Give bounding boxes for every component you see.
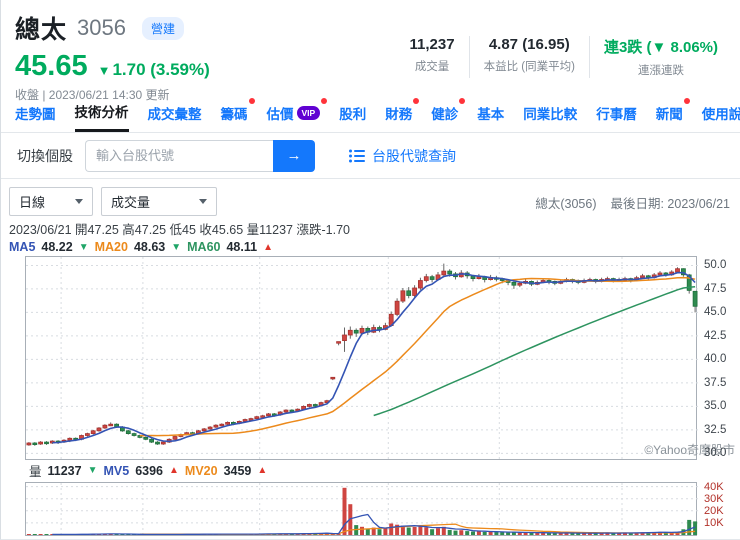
stat-block: 4.87 (16.95) 本益比 (同業平均) [468, 36, 589, 78]
tab-健診[interactable]: 健診 [431, 93, 466, 132]
down-arrow-icon: ▼ [171, 241, 182, 253]
tab-技術分析[interactable]: 技術分析 [74, 93, 129, 132]
up-arrow-icon: ▲ [257, 465, 268, 476]
legend-label: MA5 [9, 240, 36, 254]
volume-canvas [26, 483, 698, 535]
down-arrow-icon: ▼ [97, 63, 111, 78]
notification-dot-icon [459, 98, 466, 104]
notification-dot-icon [413, 98, 420, 104]
vip-badge: VIP [296, 105, 321, 120]
price-axis-label: 40.0 [704, 353, 727, 365]
last-price: 45.65 [15, 50, 88, 82]
list-icon [349, 149, 365, 162]
price-axis-label: 50.0 [704, 259, 727, 271]
stat-value: 4.87 (16.95) [488, 36, 570, 53]
stat-label: 成交量 [414, 61, 450, 73]
tab-財務[interactable]: 財務 [385, 93, 420, 132]
price-change: ▼ 1.70 (3.59%) [98, 60, 210, 80]
price-chart-row: ©Yahoo奇摩股市 50.0 47.5 45.0 42.5 40.0 37.5 35.0 3… [1, 256, 740, 460]
search-label: 切換個股 [17, 147, 73, 164]
tab-新聞[interactable]: 新聞 [656, 93, 690, 132]
volume-axis-label: 10K [704, 517, 724, 529]
stat-value: 11,237 [409, 36, 455, 53]
tab-同業比較[interactable]: 同業比較 [523, 93, 577, 132]
volume-axis-label: 20K [704, 505, 724, 517]
down-arrow-icon: ▼ [78, 241, 89, 253]
price-axis-label: 45.0 [704, 306, 727, 318]
legend-label: MA60 [187, 240, 221, 254]
period-select[interactable]: 日線 [9, 187, 93, 216]
stat-block: 連3跌 (▼ 8.06%) 連漲連跌 [588, 36, 732, 78]
notification-dot-icon [321, 98, 328, 104]
search-row: 切換個股 → 台股代號查詢 [1, 133, 740, 179]
volume-legend-line: 量 11237 ▼ MV5 6396 ▲ MV20 3459 ▲ [29, 461, 740, 480]
stock-header: 總太 3056 營建 45.65 ▼ 1.70 (3.59%) 收盤 | 2023… [1, 0, 740, 102]
candlestick-canvas [26, 257, 698, 459]
volume-axis-label: 30K [704, 493, 724, 505]
notification-dot-icon [248, 98, 255, 104]
date-axis: 2023/010203040506 [1, 536, 740, 539]
indicator-select-value: 成交量 [111, 195, 151, 210]
legend-value: 6396 [135, 463, 164, 478]
down-arrow-icon: ▼ [87, 465, 98, 476]
period-select-value: 日線 [19, 195, 46, 210]
price-axis-label: 32.5 [704, 424, 727, 436]
chart-title: 總太(3056) 最後日期: 2023/06/21 [535, 193, 730, 212]
legend-label: 量 [29, 465, 42, 479]
indicator-select[interactable]: 成交量 [101, 187, 217, 216]
price-axis-label: 30.0 [704, 447, 727, 459]
chevron-down-icon [199, 199, 207, 204]
search-submit-button[interactable]: → [273, 139, 315, 172]
tab-走勢圖[interactable]: 走勢圖 [15, 93, 56, 132]
price-axis-label: 42.5 [704, 330, 727, 342]
stock-page: 總太 3056 營建 45.65 ▼ 1.70 (3.59%) 收盤 | 2023… [0, 0, 740, 540]
legend-value: 3459 [223, 463, 252, 478]
search-input[interactable] [85, 139, 273, 172]
up-arrow-icon: ▲ [169, 465, 179, 476]
volume-chart[interactable] [25, 482, 698, 536]
chart-title-symbol: 總太(3056) [535, 197, 597, 211]
legend-value: 48.11 [226, 240, 258, 254]
price-axis-label: 35.0 [704, 400, 727, 412]
legend-value: 48.22 [41, 240, 73, 254]
stock-name: 總太 [15, 16, 68, 44]
sector-badge[interactable]: 營建 [141, 16, 184, 40]
price-axis-label: 47.5 [704, 283, 727, 295]
legend-label: MV5 [103, 463, 130, 478]
stat-block: 11,237 成交量 [396, 36, 469, 78]
symbol-lookup-link[interactable]: 台股代號查詢 [349, 146, 456, 166]
ma-legend-line: MA5 48.22 ▼ MA20 48.63 ▼ MA60 48.11 ▲ [9, 240, 740, 254]
volume-chart-row: 40K 30K 20K 10K [1, 481, 740, 536]
price-axis-label: 37.5 [704, 377, 727, 389]
ohlc-info-line: 2023/06/21 開47.25 高47.25 低45 收45.65 量112… [9, 223, 350, 237]
legend-label: MV20 [184, 463, 218, 478]
stat-value: 連3跌 (▼ 8.06%) [603, 39, 718, 56]
price-change-value: 1.70 (3.59%) [112, 60, 210, 79]
tab-使用說明[interactable]: 使用說明 [702, 93, 740, 132]
legend-label: MA20 [94, 240, 128, 254]
tab-股利[interactable]: 股利 [339, 93, 366, 132]
stock-code: 3056 [77, 15, 126, 40]
chart-last-date: 最後日期: 2023/06/21 [610, 197, 730, 211]
stat-label: 本益比 (同業平均) [483, 61, 575, 73]
arrow-right-icon: → [286, 147, 302, 164]
notification-dot-icon [683, 98, 690, 104]
volume-axis-label: 40K [704, 481, 724, 493]
tab-行事曆[interactable]: 行事曆 [596, 93, 637, 132]
price-chart[interactable]: ©Yahoo奇摩股市 [25, 256, 735, 460]
legend-value: 48.63 [133, 240, 166, 254]
legend-value: 11237 [47, 463, 82, 478]
tab-成交彙整[interactable]: 成交彙整 [148, 93, 202, 132]
chart-toolbar: 日線 成交量 總太(3056) 最後日期: 2023/06/21 [1, 179, 740, 217]
key-stats: 11,237 成交量 4.87 (16.95) 本益比 (同業平均) 連3跌 (▼ … [396, 36, 732, 78]
tab-基本[interactable]: 基本 [477, 93, 504, 132]
tab-籌碼[interactable]: 籌碼 [221, 93, 255, 132]
symbol-lookup-label: 台股代號查詢 [372, 147, 456, 164]
stat-label: 連漲連跌 [637, 65, 684, 77]
chevron-down-icon [75, 199, 83, 204]
up-arrow-icon: ▲ [263, 241, 273, 253]
tab-估價[interactable]: 估價 VIP [267, 93, 328, 132]
